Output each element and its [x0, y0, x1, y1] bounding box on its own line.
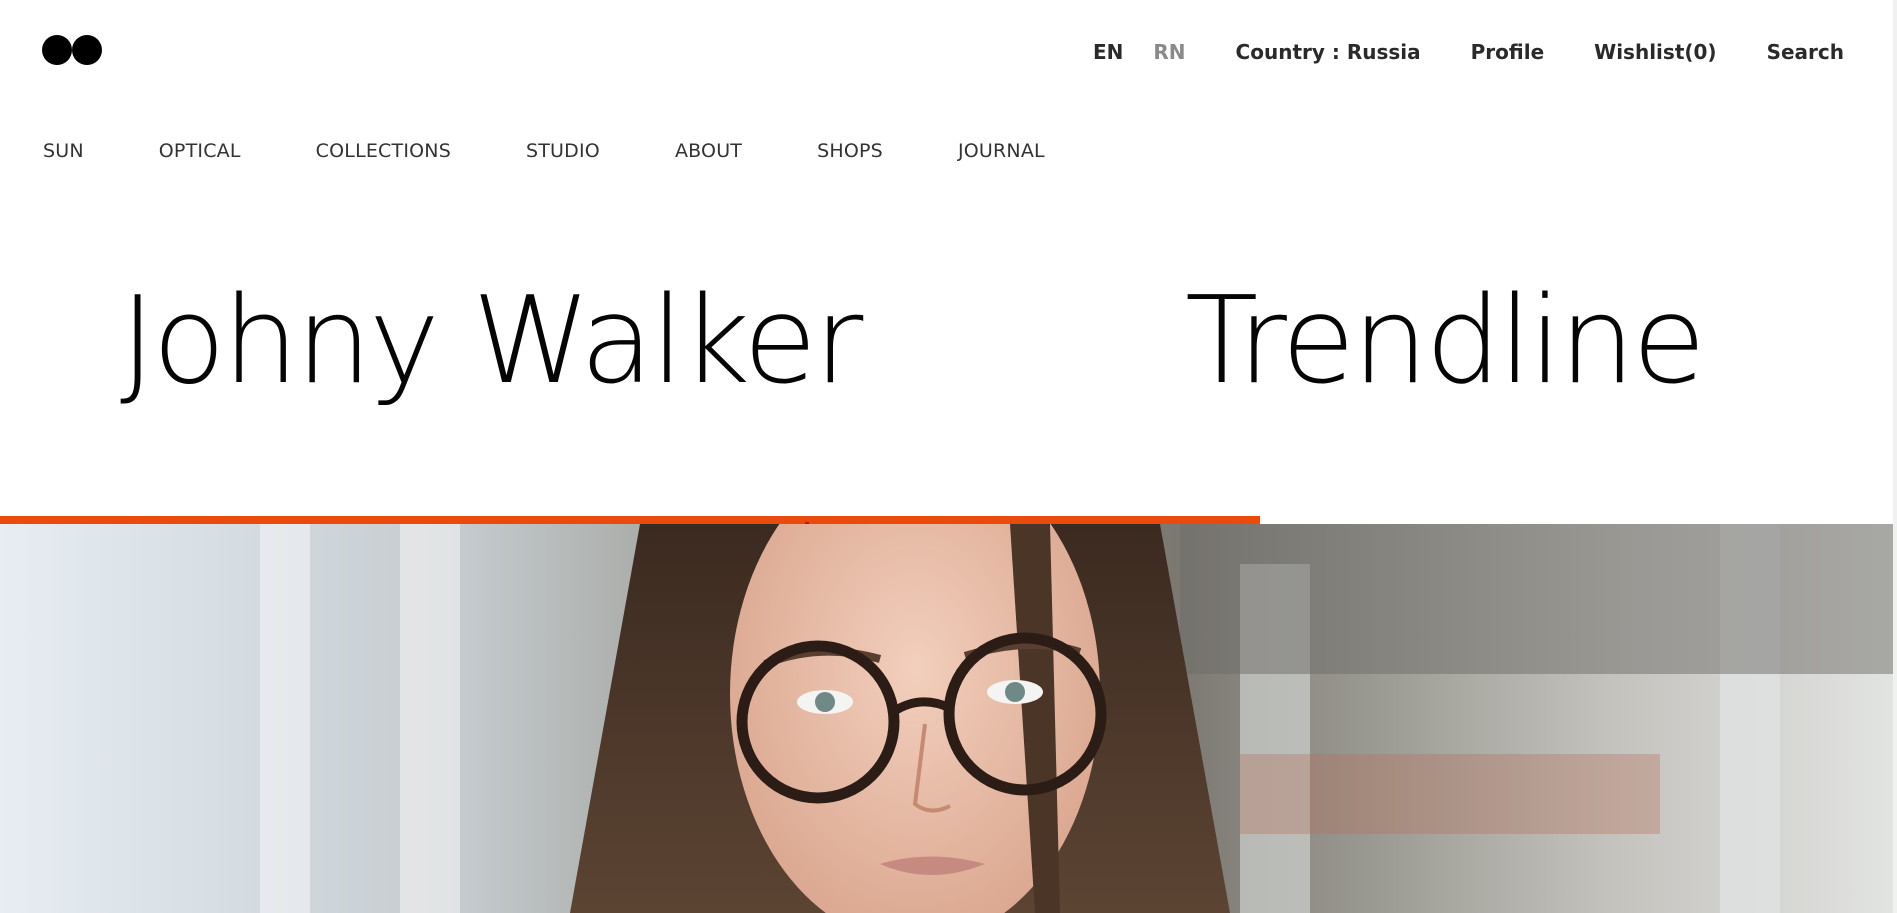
logo-dot-icon: [42, 35, 72, 65]
nav-item-studio[interactable]: STUDIO: [526, 140, 600, 162]
nav-item-sun[interactable]: SUN: [43, 140, 84, 162]
profile-link[interactable]: Profile: [1471, 40, 1545, 64]
utility-nav: EN RN Country : Russia Profile Wishlist(…: [1093, 40, 1844, 64]
slide-progress-bar: [0, 516, 1897, 524]
nav-item-optical[interactable]: OPTICAL: [159, 140, 241, 162]
page-edge: [1893, 0, 1897, 913]
slide-progress-fill: [0, 516, 1260, 524]
hero-image: [0, 524, 1893, 913]
search-link[interactable]: Search: [1767, 40, 1844, 64]
language-en-link[interactable]: EN: [1093, 40, 1123, 64]
wishlist-link[interactable]: Wishlist(0): [1594, 40, 1716, 64]
main-nav: SUN OPTICAL COLLECTIONS STUDIO ABOUT SHO…: [43, 140, 1045, 162]
hero-photo-illustration: [0, 524, 1893, 913]
hero-title-right[interactable]: Trendline: [1185, 282, 1706, 402]
logo-dot-icon: [72, 35, 102, 65]
country-selector[interactable]: Country : Russia: [1236, 40, 1421, 64]
nav-item-collections[interactable]: COLLECTIONS: [316, 140, 451, 162]
nav-item-about[interactable]: ABOUT: [675, 140, 742, 162]
language-rn-link[interactable]: RN: [1153, 40, 1185, 64]
nav-item-shops[interactable]: SHOPS: [817, 140, 883, 162]
nav-item-journal[interactable]: JOURNAL: [958, 140, 1045, 162]
page: EN RN Country : Russia Profile Wishlist(…: [0, 0, 1897, 913]
brand-logo[interactable]: [42, 35, 102, 65]
hero-title-left[interactable]: Johny Walker: [120, 282, 863, 402]
